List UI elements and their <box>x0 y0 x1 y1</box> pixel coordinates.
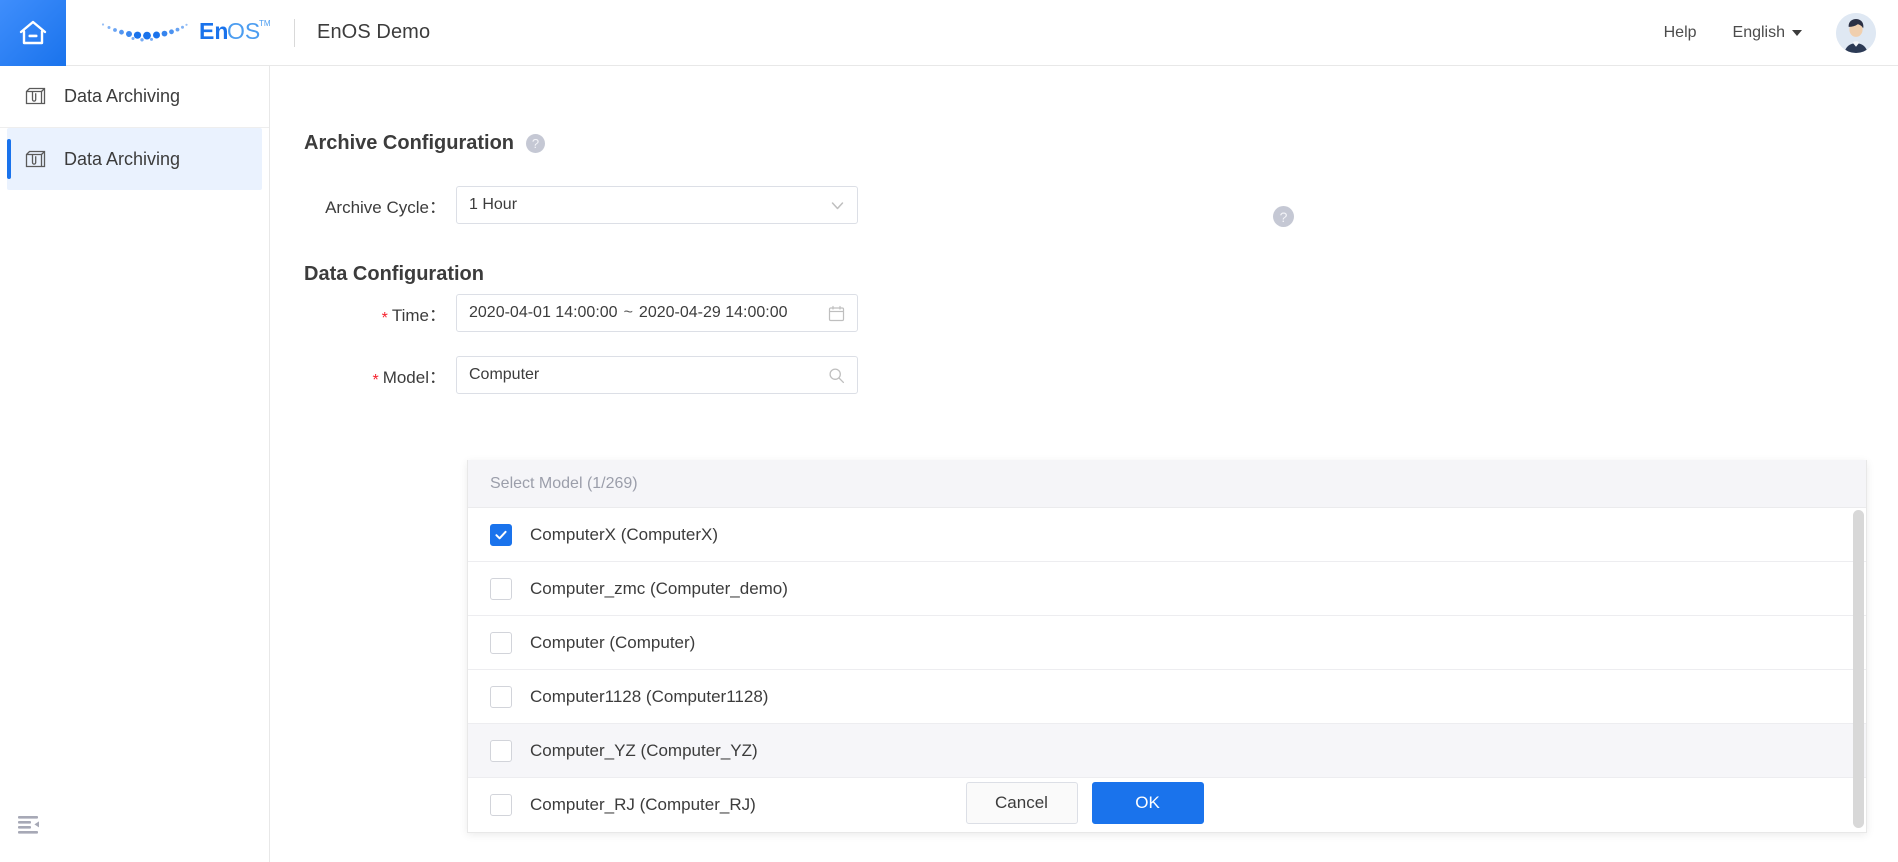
model-label: * Model： <box>271 363 456 389</box>
archive-configuration-title: Archive Configuration <box>304 132 515 154</box>
active-indicator <box>7 139 11 179</box>
sidebar-group-data-archiving[interactable]: Data Archiving <box>0 66 269 128</box>
model-label-text: Model： <box>382 367 446 387</box>
sidebar-collapse-icon[interactable] <box>18 816 40 839</box>
data-configuration-title: Data Configuration <box>304 263 484 285</box>
svg-text:OS: OS <box>227 18 260 44</box>
archive-box-icon <box>22 146 48 172</box>
data-configuration-heading: Data Configuration <box>304 263 484 286</box>
svg-text:En: En <box>199 18 228 44</box>
help-link[interactable]: Help <box>1664 24 1697 42</box>
time-label: * Time： <box>271 301 456 327</box>
checkbox[interactable] <box>490 523 512 546</box>
time-end-value: 2020-04-29 14:00:00 <box>638 304 788 321</box>
dialog-footer: Cancel OK <box>271 782 1898 824</box>
time-start-value: 2020-04-01 14:00:00 <box>469 304 618 321</box>
help-icon[interactable]: ? <box>526 134 546 153</box>
language-label: English <box>1732 23 1785 41</box>
archive-box-icon <box>22 84 48 110</box>
list-item-label: ComputerX (ComputerX) <box>530 524 719 544</box>
search-icon[interactable] <box>828 367 845 384</box>
enos-logo-icon: En OS TM <box>95 10 271 55</box>
checkbox[interactable] <box>490 577 512 600</box>
chevron-down-icon <box>830 198 845 213</box>
sidebar-item-label: Data Archiving <box>64 148 181 169</box>
home-button[interactable] <box>0 0 66 66</box>
avatar[interactable] <box>1836 12 1876 53</box>
chevron-down-icon <box>1792 29 1802 36</box>
archive-cycle-help-icon[interactable]: ? <box>1273 206 1294 227</box>
app-header: En OS TM EnOS Demo Help English <box>0 0 1898 66</box>
archive-configuration-heading: Archive Configuration ? <box>304 132 546 155</box>
list-item[interactable]: Computer (Computer) <box>468 616 1866 670</box>
checkbox[interactable] <box>490 685 512 708</box>
svg-text:TM: TM <box>259 19 270 28</box>
list-item-label: Computer1128 (Computer1128) <box>530 686 769 706</box>
model-select-dropdown: Select Model (1/269) ComputerX (Computer… <box>467 460 1867 833</box>
required-asterisk: * <box>381 309 388 327</box>
dropdown-header: Select Model (1/269) <box>468 460 1866 508</box>
archive-cycle-select[interactable]: 1 Hour <box>456 186 858 224</box>
list-item[interactable]: Computer_zmc (Computer_demo) <box>468 562 1866 616</box>
header-actions: Help English <box>1664 0 1898 66</box>
list-item-label: Computer_YZ (Computer_YZ) <box>530 740 758 760</box>
model-search-value: Computer <box>469 366 540 383</box>
checkbox[interactable] <box>490 739 512 762</box>
model-search-input[interactable]: Computer <box>456 356 858 394</box>
time-row: * Time： 2020-04-01 14:00:00 ~ 2020-04-29 … <box>271 294 858 332</box>
brand-divider <box>294 18 295 47</box>
cancel-button[interactable]: Cancel <box>965 782 1078 824</box>
list-item-label: Computer (Computer) <box>530 632 696 652</box>
dropdown-scrollbar[interactable] <box>1853 510 1864 828</box>
sidebar: Data Archiving Data Archiving <box>0 66 270 862</box>
model-row: * Model： Computer <box>271 356 858 394</box>
list-item[interactable]: Computer1128 (Computer1128) <box>468 670 1866 724</box>
time-label-text: Time： <box>391 305 446 325</box>
brand-area[interactable]: En OS TM EnOS Demo <box>95 0 430 66</box>
list-item[interactable]: ComputerX (ComputerX) <box>468 508 1866 562</box>
checkbox[interactable] <box>490 631 512 654</box>
archive-cycle-value: 1 Hour <box>469 196 518 213</box>
list-item-label: Computer_zmc (Computer_demo) <box>530 578 788 598</box>
sidebar-item-label: Data Archiving <box>64 86 181 106</box>
archive-cycle-label: Archive Cycle： <box>325 197 446 217</box>
language-selector[interactable]: English <box>1733 24 1802 42</box>
ok-button[interactable]: OK <box>1091 782 1204 824</box>
sidebar-item-data-archiving[interactable]: Data Archiving <box>7 128 262 190</box>
archive-cycle-row: Archive Cycle： 1 Hour <box>271 186 858 224</box>
home-icon <box>18 19 48 47</box>
time-range-picker[interactable]: 2020-04-01 14:00:00 ~ 2020-04-29 14:00:0… <box>456 294 858 332</box>
main-content: Archive Configuration ? Archive Cycle： 1… <box>271 66 1898 862</box>
app-title: EnOS Demo <box>317 21 431 43</box>
calendar-icon <box>828 305 845 322</box>
time-range-separator: ~ <box>623 304 633 321</box>
list-item[interactable]: Computer_YZ (Computer_YZ) <box>468 724 1866 778</box>
required-asterisk: * <box>372 371 379 389</box>
